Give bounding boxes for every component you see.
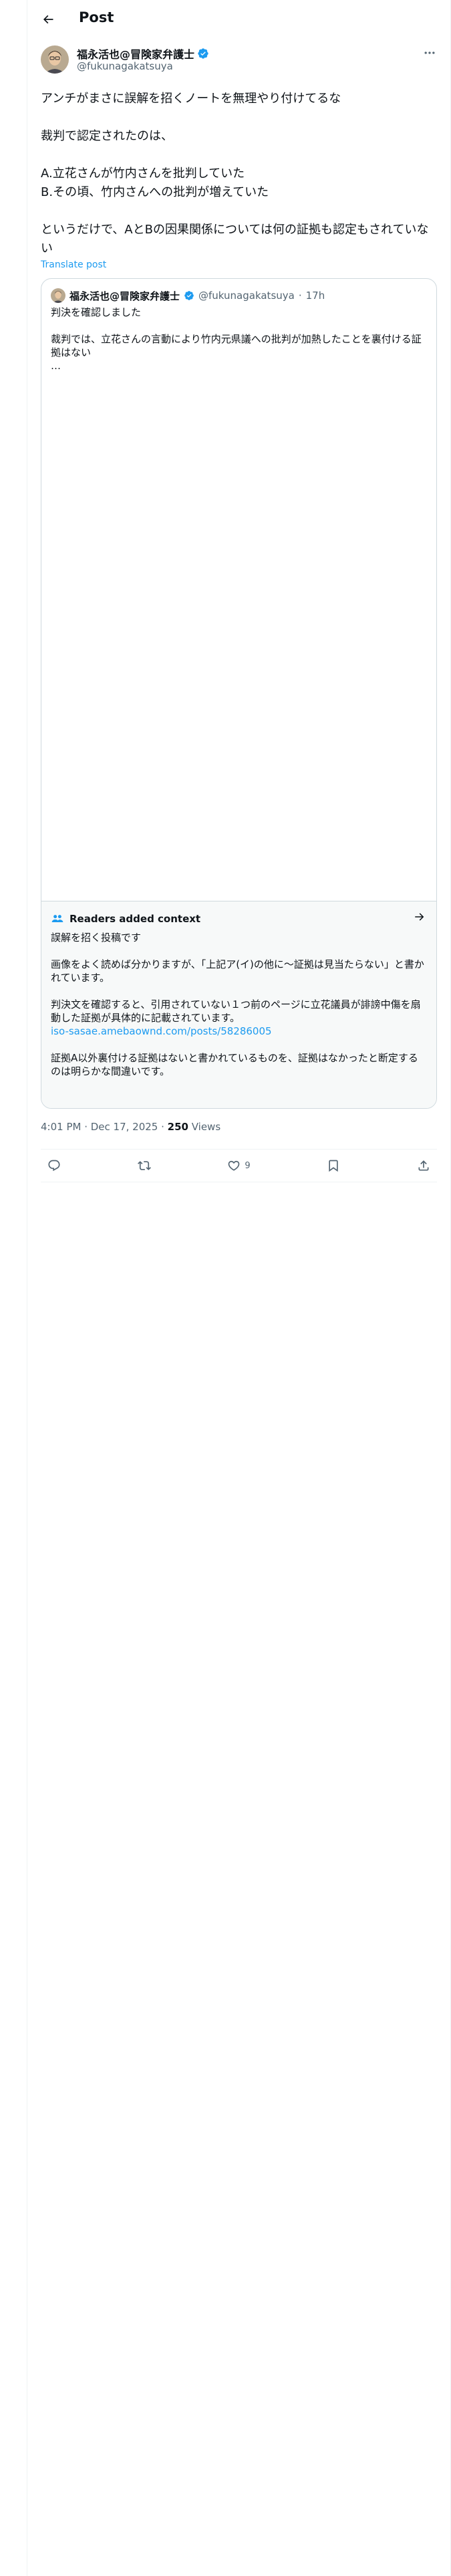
post-meta: 4:01 PM · Dec 17, 2025 · 250 Views [41,1121,437,1137]
community-note-text: 誤解を招く投稿です 画像をよく読めば分かりますが、「上記ア(イ)の他に〜証拠は見… [51,931,427,1078]
like-icon [229,1160,240,1171]
repost-icon [137,1161,151,1170]
post-timestamp[interactable]: 4:01 PM · Dec 17, 2025 · [41,1121,168,1133]
community-note-header: Readers added context [51,911,427,927]
quoted-post-time: 17h [305,290,325,302]
note-line: 証拠A以外裏付ける証拠はないと書かれているものを、証拠はなかったと断定するのは明… [51,1052,418,1077]
author-handle[interactable]: @fukunagakatsuya [77,60,173,72]
quoted-post-text: 判決を確認しました 裁判では、立花さんの言動により竹内元県議への批判が加熱したこ… [51,306,427,372]
verified-badge-icon [184,291,194,300]
quoted-line [51,319,427,332]
author-avatar[interactable] [41,45,69,74]
community-note[interactable]: Readers added context 誤解を招く投稿です 画像をよく読めば… [41,901,436,1108]
share-button[interactable] [417,1159,430,1172]
more-button[interactable] [421,45,438,60]
back-arrow-icon [43,15,53,24]
repost-button[interactable] [137,1159,151,1172]
readers-icon [51,915,63,922]
note-line: 誤解を招く投稿です [51,932,142,944]
top-bar: Post [27,0,450,39]
note-open-button[interactable] [414,911,426,926]
share-icon [418,1160,429,1171]
note-line [51,944,427,958]
author-name[interactable]: 福永活也@冒険家弁護士 [77,45,209,62]
like-count: 9 [245,1160,251,1171]
quoted-line: 裁判では、立花さんの言動により竹内元県議への批判が加熱したことを裏付ける証拠はな… [51,333,422,358]
quoted-post-header: 福永活也@冒険家弁護士 @fukunagakatsuya · 17h [51,288,427,303]
quoted-post[interactable]: 福永活也@冒険家弁護士 @fukunagakatsuya · 17h 判決を確認… [41,278,437,1109]
quoted-post-body: 福永活也@冒険家弁護士 @fukunagakatsuya · 17h 判決を確認… [41,279,436,910]
author-row: 福永活也@冒険家弁護士 @fukunagakatsuya [27,43,450,80]
note-source-link[interactable]: iso-sasae.amebaownd.com/posts/58286005 [51,1025,427,1038]
separator-dot: · [298,290,302,302]
like-button[interactable]: 9 [227,1159,251,1172]
bookmark-icon [329,1160,338,1172]
tweet-line [41,108,437,127]
back-button[interactable] [38,9,58,29]
bookmark-button[interactable] [327,1159,340,1172]
quoted-line: 判決を確認しました [51,306,142,318]
action-bar: 9 [41,1149,437,1182]
tweet-line [41,202,437,221]
note-line: 画像をよく読めば分かりますが、「上記ア(イ)の他に〜証拠は見当たらない」と書かれ… [51,958,424,984]
tweet-line: A.立花さんが竹内さんを批判していた [41,167,245,181]
tweet-line: というだけで、AとBの因果関係については何の証拠も認定もされていない [41,223,429,255]
quoted-line: … [51,360,61,372]
tweet-text: アンチがまさに誤解を招くノートを無理やり付けてるな 裁判で認定されたのは、 A.… [41,90,437,258]
community-note-title: Readers added context [69,913,201,925]
tweet-line: アンチがまさに誤解を招くノートを無理やり付けてるな [41,92,341,106]
verified-badge-icon [198,48,208,59]
tweet-line [41,146,437,165]
quoted-author-name: 福永活也@冒険家弁護士 [69,290,180,302]
page-title: Post [79,9,114,25]
tweet-line: 裁判で認定されたのは、 [41,129,173,143]
translate-link[interactable]: Translate post [41,259,437,270]
more-icon [424,51,435,54]
note-spacer [51,1038,427,1051]
views-label: Views [188,1121,221,1133]
quoted-author-handle: @fukunagakatsuya [198,290,295,302]
note-line: 判決文を確認すると、引用されていない１つ前のページに立花議員が誹謗中傷を扇動した… [51,998,421,1024]
author-name-text[interactable]: 福永活也@冒険家弁護士 [77,45,194,62]
note-line [51,984,427,998]
reply-button[interactable] [47,1159,61,1172]
quoted-author-avatar [51,288,65,303]
tweet-line: B.その頃、竹内さんへの批判が増えていた [41,185,269,199]
reply-icon [48,1160,60,1172]
post-page: Post 福永活也@冒険家弁護士 @fukunagakatsuya アンチがまさ… [27,0,451,2576]
arrow-right-icon [415,913,424,921]
views-count: 250 [167,1121,188,1133]
